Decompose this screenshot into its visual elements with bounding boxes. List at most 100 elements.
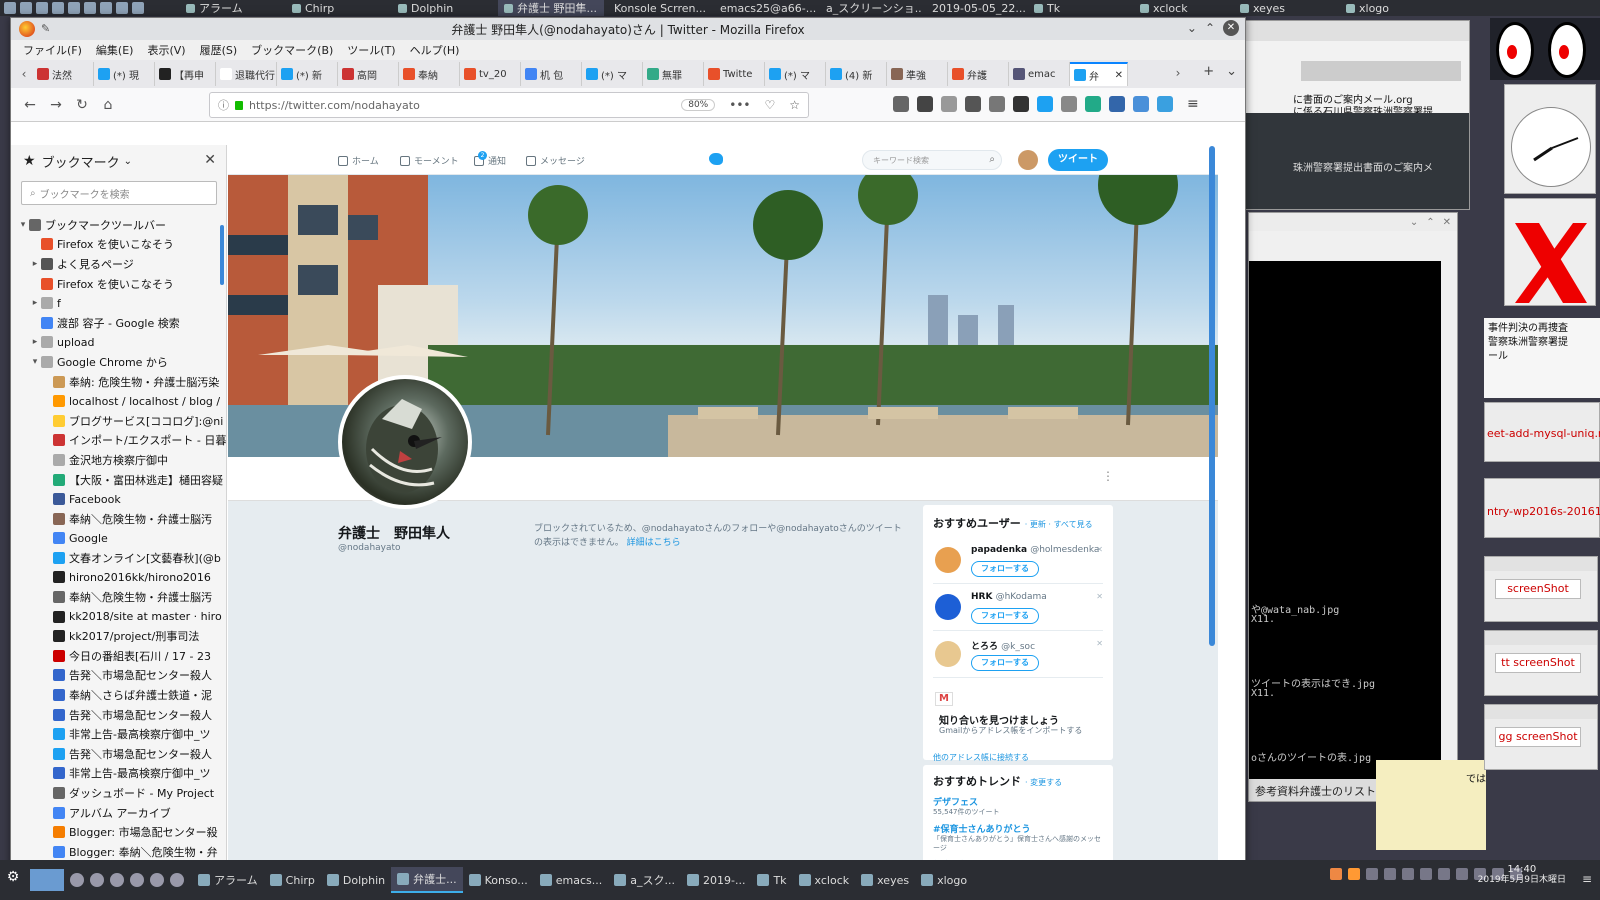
menu-item[interactable]: ブックマーク(B) — [251, 42, 333, 58]
browser-tab[interactable]: 机 包 — [521, 62, 582, 86]
lock-icon[interactable] — [235, 100, 243, 110]
taskbar-task[interactable]: Konso... — [463, 867, 534, 893]
bookmark-item[interactable]: ▾ ブックマークツールバー — [11, 215, 226, 235]
taskbar-task[interactable]: a_スク... — [608, 867, 681, 893]
taskbar-task[interactable]: Tk — [751, 867, 792, 893]
sidebar-icon[interactable] — [917, 96, 933, 112]
close-tab-icon[interactable]: ✕ — [1115, 70, 1123, 81]
close-icon[interactable]: ✕ — [1443, 217, 1451, 228]
close-icon[interactable]: ✕ — [204, 152, 216, 168]
clipboard-icon[interactable] — [1402, 868, 1414, 880]
url-text[interactable]: https://twitter.com/nodahayato — [249, 99, 675, 112]
background-window[interactable]: に書面のご案内メール.org に係る石川県警察珠洲警察署提 珠洲警察署提出書面の… — [1240, 20, 1470, 210]
user-avatar[interactable] — [935, 547, 961, 573]
chevron-right-icon[interactable]: ▸ — [29, 259, 41, 269]
tk-window[interactable]: screenShot — [1484, 556, 1598, 622]
top-task-7[interactable]: 2019-05-05_22... — [922, 0, 1028, 16]
url-bar[interactable]: ⓘ https://twitter.com/nodahayato 80% •••… — [209, 92, 809, 118]
top-task-4[interactable]: Konsole Scrren... — [604, 0, 710, 16]
firefox-icon[interactable] — [110, 873, 124, 887]
desktop-icon[interactable] — [20, 2, 32, 14]
chevron-right-icon[interactable]: ▸ — [29, 298, 41, 308]
user-avatar[interactable] — [935, 641, 961, 667]
bookmark-item[interactable]: 告発＼市場急配センター殺人 — [11, 666, 226, 686]
menu-item[interactable]: 表示(V) — [147, 42, 185, 58]
ghost-icon[interactable] — [1013, 96, 1029, 112]
ime-icon[interactable] — [1330, 868, 1342, 880]
sidebar-header[interactable]: ★ ブックマーク ⌄ ✕ — [11, 145, 226, 177]
nav-notifications[interactable]: 2 通知 — [474, 150, 506, 167]
bookmark-star-icon[interactable]: ☆ — [789, 98, 800, 112]
taskbar-task[interactable]: アラーム — [192, 867, 264, 893]
cloud-icon[interactable] — [1109, 96, 1125, 112]
network-icon[interactable] — [52, 2, 64, 14]
top-task-8[interactable]: Tk — [1028, 0, 1134, 16]
launcher-icon[interactable] — [90, 873, 104, 887]
translate-icon[interactable] — [1133, 96, 1149, 112]
screen-icon[interactable] — [116, 2, 128, 14]
taskbar-task[interactable]: emacs... — [534, 867, 609, 893]
page-scrollbar[interactable] — [1209, 146, 1215, 646]
chevron-right-icon[interactable]: ▸ — [29, 337, 41, 347]
browser-tab[interactable]: Twitte — [704, 62, 765, 86]
close-icon[interactable]: ✕ — [1223, 20, 1239, 36]
menu-item[interactable]: ヘルプ(H) — [410, 42, 460, 58]
window-titlebar[interactable] — [1485, 705, 1597, 719]
dismiss-icon[interactable]: ✕ — [1096, 639, 1103, 648]
chevron-left-icon[interactable]: ‹ — [15, 67, 33, 81]
page-actions-icon[interactable]: ••• — [729, 98, 750, 112]
terminal-icon[interactable] — [100, 2, 112, 14]
network-icon[interactable] — [1384, 868, 1396, 880]
gmail-icon[interactable]: M — [935, 692, 953, 706]
window-titlebar[interactable] — [1485, 631, 1597, 645]
follow-button[interactable]: フォローする — [971, 655, 1039, 671]
window-titlebar[interactable]: ✎ 弁護士 野田隼人(@nodahayato)さん | Twitter - Mo… — [11, 18, 1245, 40]
info-icon[interactable]: ⓘ — [218, 97, 229, 113]
browser-tab[interactable]: 無罪 — [643, 62, 704, 86]
display-icon[interactable] — [1438, 868, 1450, 880]
chevron-right-icon[interactable]: › — [1169, 66, 1187, 80]
bookmark-item[interactable]: ブログサービス[ココログ]:@ni — [11, 411, 226, 431]
pocket-icon[interactable]: ♡ — [764, 98, 775, 112]
bookmark-item[interactable]: ▸ f — [11, 293, 226, 313]
nav-home[interactable]: ホーム — [338, 154, 379, 167]
dismiss-icon[interactable]: ✕ — [1096, 592, 1103, 601]
bookmark-search-input[interactable]: ⌕ ブックマークを検索 — [21, 181, 217, 205]
bookmark-item[interactable]: Firefox を使いこなそう — [11, 274, 226, 294]
trend-item[interactable]: デザフェス 55,547件のツイート — [933, 795, 1103, 817]
chrome-icon[interactable] — [36, 2, 48, 14]
top-task-6[interactable]: a_スクリーンショ... — [816, 0, 922, 16]
browser-tab[interactable]: 弁護 — [948, 62, 1009, 86]
bookmark-item[interactable]: Blogger: 市場急配センター殺 — [11, 822, 226, 842]
bookmark-item[interactable]: 奉納＼危険生物・弁護士脳汚 — [11, 587, 226, 607]
bookmark-item[interactable]: Facebook — [11, 489, 226, 509]
chevron-down-icon[interactable]: ▾ — [17, 220, 29, 230]
bookmark-item[interactable]: 文春オンライン[文藝春秋](@b — [11, 548, 226, 568]
grid-icon[interactable] — [965, 96, 981, 112]
menu-item[interactable]: 履歴(S) — [200, 42, 238, 58]
user-name[interactable]: とろろ @k_soc — [971, 639, 1035, 652]
feather-icon[interactable] — [1085, 96, 1101, 112]
taskbar-task[interactable]: 2019-... — [681, 867, 751, 893]
bookmark-item[interactable]: 【大阪・富田林逃走】樋田容疑 — [11, 470, 226, 490]
taskbar-task[interactable]: Dolphin — [321, 867, 391, 893]
top-task-0[interactable]: アラーム — [180, 0, 286, 16]
folder-icon[interactable] — [84, 2, 96, 14]
browser-tab[interactable]: 弁 ✕ — [1070, 62, 1128, 86]
bookmark-item[interactable]: Blogger: 奉納＼危険生物・弁 — [11, 842, 226, 862]
new-tab-icon[interactable]: + — [1203, 64, 1214, 79]
trend-item[interactable]: #保育士さんありがとう 「保育士さんありがとう」保育士さんへ感謝のメッセージ — [933, 822, 1103, 853]
taskbar-clock[interactable]: 14:40 2019年5月9日木曜日 — [1478, 864, 1566, 886]
bookmark-item[interactable]: ▸ よく見るページ — [11, 254, 226, 274]
back-icon[interactable]: ← — [17, 97, 43, 113]
taskbar-task[interactable]: xclock — [793, 867, 856, 893]
gg-screenshot-button[interactable]: gg screenShot — [1495, 727, 1581, 747]
chrome-icon[interactable] — [130, 873, 144, 887]
top-task-3[interactable]: 弁護士 野田隼... — [498, 0, 604, 16]
desktop-pager[interactable] — [30, 869, 64, 891]
bookmark-item[interactable]: Google — [11, 529, 226, 549]
top-task-2[interactable]: Dolphin — [392, 0, 498, 16]
top-task-1[interactable]: Chirp — [286, 0, 392, 16]
editor-icon[interactable] — [170, 873, 184, 887]
update-icon[interactable] — [1420, 868, 1432, 880]
